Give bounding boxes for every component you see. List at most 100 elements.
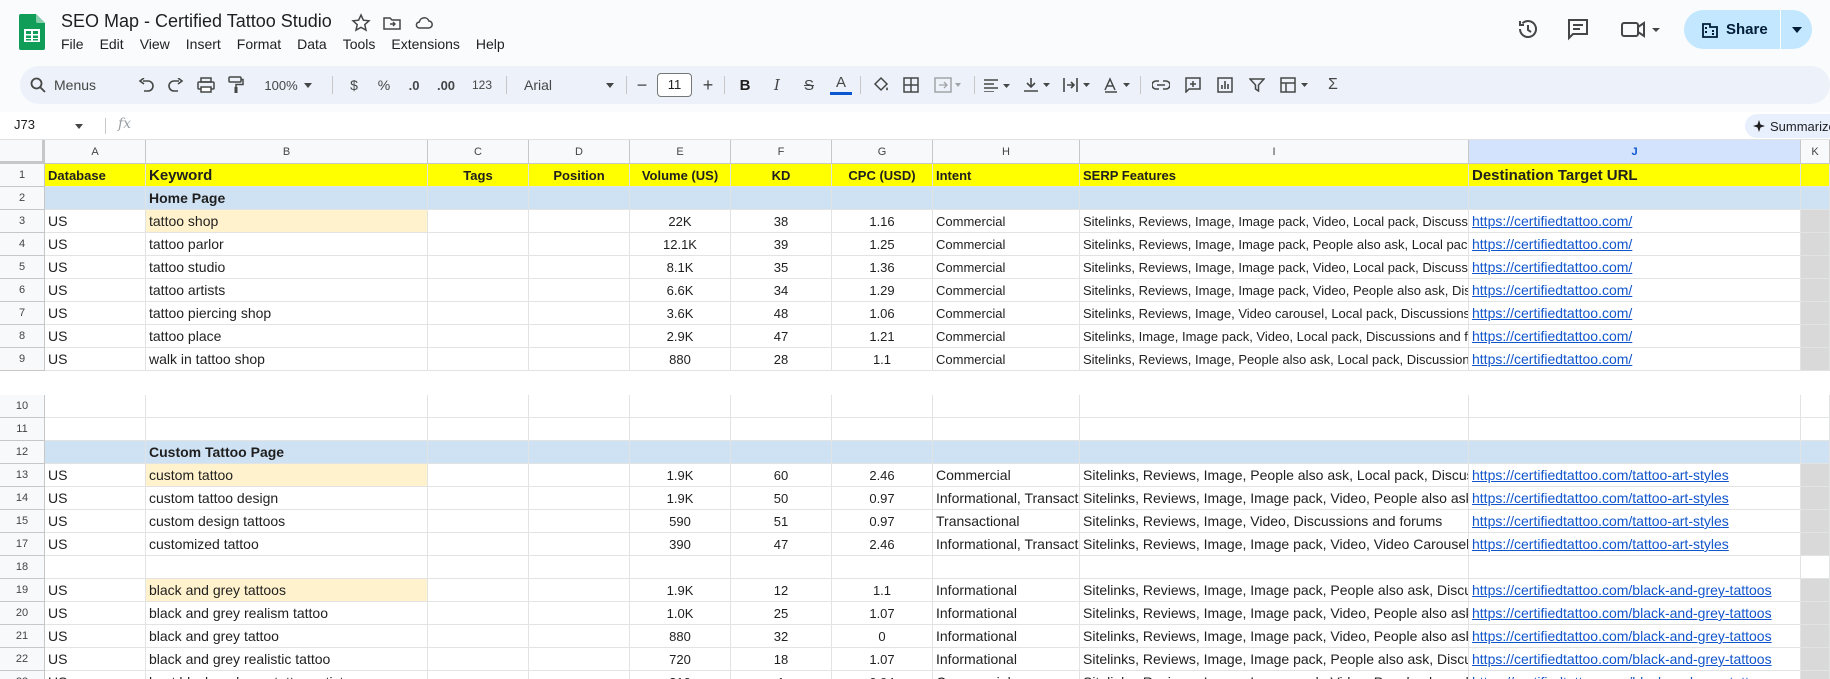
kd-cell[interactable]: 50	[731, 487, 832, 510]
cell[interactable]	[1801, 602, 1830, 625]
cloud-status-icon[interactable]	[414, 13, 434, 33]
cpc-cell[interactable]: 1.16	[832, 210, 933, 233]
cell[interactable]	[428, 602, 529, 625]
keyword-cell[interactable]: walk in tattoo shop	[146, 348, 428, 371]
filter-icon[interactable]	[1244, 66, 1270, 104]
serp-features-cell[interactable]: Sitelinks, Reviews, Image, Image pack, V…	[1080, 671, 1469, 679]
comments-icon[interactable]	[1565, 16, 1591, 42]
cell[interactable]	[630, 418, 731, 441]
menu-insert[interactable]: Insert	[186, 36, 229, 52]
database-cell[interactable]: US	[45, 325, 146, 348]
destination-url-link[interactable]: https://certifiedtattoo.com/	[1469, 279, 1801, 302]
cell[interactable]	[1469, 418, 1801, 441]
row-number[interactable]: 5	[0, 256, 45, 279]
column-header-a[interactable]: A	[45, 140, 146, 164]
row-number[interactable]: 22	[0, 648, 45, 671]
menu-tools[interactable]: Tools	[343, 36, 384, 52]
cell[interactable]	[529, 510, 630, 533]
volume-cell[interactable]: 210	[630, 671, 731, 679]
cell[interactable]	[529, 233, 630, 256]
destination-url-link[interactable]: https://certifiedtattoo.com/black-and-gr…	[1469, 625, 1801, 648]
cell[interactable]	[428, 256, 529, 279]
header-database[interactable]: Database	[45, 164, 146, 187]
column-header-f[interactable]: F	[731, 140, 832, 164]
row-number[interactable]: 4	[0, 233, 45, 256]
cell[interactable]	[1801, 625, 1830, 648]
intent-cell[interactable]: Commercial	[933, 671, 1080, 679]
intent-cell[interactable]: Commercial	[933, 348, 1080, 371]
cpc-cell[interactable]: 1.06	[832, 302, 933, 325]
cell[interactable]	[1801, 233, 1830, 256]
kd-cell[interactable]: 28	[731, 348, 832, 371]
cell[interactable]	[428, 302, 529, 325]
keyword-cell[interactable]: black and grey tattoos	[146, 579, 428, 602]
cell[interactable]	[146, 418, 428, 441]
cell[interactable]	[630, 187, 731, 210]
column-header-k[interactable]: K	[1801, 140, 1830, 164]
volume-cell[interactable]: 720	[630, 648, 731, 671]
cpc-cell[interactable]: 1.07	[832, 602, 933, 625]
kd-cell[interactable]: 47	[731, 325, 832, 348]
cell[interactable]	[1801, 671, 1830, 679]
row-number[interactable]: 21	[0, 625, 45, 648]
intent-cell[interactable]: Transactional	[933, 510, 1080, 533]
database-cell[interactable]: US	[45, 464, 146, 487]
redo-icon[interactable]	[162, 66, 190, 104]
keyword-cell[interactable]: custom tattoo	[146, 464, 428, 487]
cell[interactable]	[1801, 556, 1830, 579]
select-all-corner[interactable]	[0, 140, 45, 164]
cell[interactable]	[1801, 164, 1830, 187]
volume-cell[interactable]: 6.6K	[630, 279, 731, 302]
header-tags[interactable]: Tags	[428, 164, 529, 187]
cell[interactable]	[933, 441, 1080, 464]
search-menus[interactable]: Menus	[30, 66, 130, 104]
cell[interactable]	[146, 395, 428, 418]
font-family-select[interactable]: Arial	[516, 66, 622, 104]
text-wrapping-icon[interactable]	[1060, 66, 1094, 104]
cell[interactable]	[1801, 533, 1830, 556]
serp-features-cell[interactable]: Sitelinks, Reviews, Image, Image pack, V…	[1080, 625, 1469, 648]
cell[interactable]	[529, 602, 630, 625]
volume-cell[interactable]: 1.9K	[630, 487, 731, 510]
keyword-cell[interactable]: black and grey tattoo	[146, 625, 428, 648]
cell[interactable]	[832, 187, 933, 210]
serp-features-cell[interactable]: Sitelinks, Reviews, Image, Image pack, P…	[1080, 648, 1469, 671]
database-cell[interactable]: US	[45, 256, 146, 279]
functions-button[interactable]: Σ	[1320, 66, 1346, 104]
row-number[interactable]: 7	[0, 302, 45, 325]
cell[interactable]	[1801, 210, 1830, 233]
version-history-icon[interactable]	[1515, 16, 1541, 42]
cell[interactable]	[529, 648, 630, 671]
undo-icon[interactable]	[132, 66, 160, 104]
cell[interactable]	[529, 187, 630, 210]
cell[interactable]	[428, 210, 529, 233]
keyword-cell[interactable]: best black and grey tattoo artist	[146, 671, 428, 679]
intent-cell[interactable]: Commercial	[933, 325, 1080, 348]
cell[interactable]	[529, 256, 630, 279]
cell[interactable]	[529, 625, 630, 648]
serp-features-cell[interactable]: Sitelinks, Reviews, Image, Image pack, P…	[1080, 579, 1469, 602]
row-number[interactable]: 19	[0, 579, 45, 602]
volume-cell[interactable]: 1.0K	[630, 602, 731, 625]
cell[interactable]	[731, 418, 832, 441]
destination-url-link[interactable]: https://certifiedtattoo.com/	[1469, 256, 1801, 279]
volume-cell[interactable]: 2.9K	[630, 325, 731, 348]
meet-video-icon[interactable]	[1620, 16, 1662, 42]
star-icon[interactable]	[351, 13, 371, 33]
row-number[interactable]: 20	[0, 602, 45, 625]
column-header-g[interactable]: G	[832, 140, 933, 164]
section-title-home[interactable]: Home Page	[146, 187, 428, 210]
cell[interactable]	[45, 533, 146, 556]
cell[interactable]	[45, 187, 146, 210]
destination-url-link[interactable]: https://certifiedtattoo.com/	[1469, 348, 1801, 371]
destination-url-link[interactable]: https://certifiedtattoo.com/tattoo-art-s…	[1469, 510, 1801, 533]
database-cell[interactable]: US	[45, 348, 146, 371]
destination-url-link[interactable]: https://certifiedtattoo.com/	[1469, 325, 1801, 348]
serp-features-cell[interactable]: Sitelinks, Reviews, Image, Video carouse…	[1080, 302, 1469, 325]
keyword-cell[interactable]: tattoo artists	[146, 279, 428, 302]
cpc-cell[interactable]: 1.21	[832, 325, 933, 348]
header-position[interactable]: Position	[529, 164, 630, 187]
database-cell[interactable]: US	[45, 210, 146, 233]
keyword-cell[interactable]: black and grey realism tattoo	[146, 602, 428, 625]
cell[interactable]	[1801, 187, 1830, 210]
